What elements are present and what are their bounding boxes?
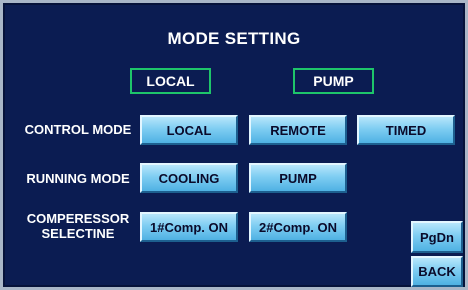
running-mode-pump-button[interactable]: PUMP (249, 163, 347, 193)
compressor-2-on-button[interactable]: 2#Comp. ON (249, 212, 347, 242)
hmi-screen: MODE SETTING LOCAL PUMP CONTROL MODE LOC… (0, 0, 468, 290)
compressor-1-on-button[interactable]: 1#Comp. ON (140, 212, 238, 242)
status-location-indicator: LOCAL (130, 68, 211, 94)
compressor-label-line1: COMPERESSOR (26, 211, 130, 226)
running-mode-label: RUNNING MODE (26, 171, 130, 186)
running-mode-cooling-button[interactable]: COOLING (140, 163, 238, 193)
back-button[interactable]: BACK (411, 256, 463, 287)
compressor-selection-label: COMPERESSOR SELECTINE (17, 211, 139, 241)
control-mode-label: CONTROL MODE (24, 122, 132, 137)
page-title: MODE SETTING (167, 29, 301, 48)
control-mode-local-button[interactable]: LOCAL (140, 115, 238, 145)
compressor-label-line2: SELECTINE (41, 226, 115, 241)
control-mode-timed-button[interactable]: TIMED (357, 115, 455, 145)
status-mode-indicator: PUMP (293, 68, 374, 94)
control-mode-remote-button[interactable]: REMOTE (249, 115, 347, 145)
page-down-button[interactable]: PgDn (411, 221, 463, 253)
